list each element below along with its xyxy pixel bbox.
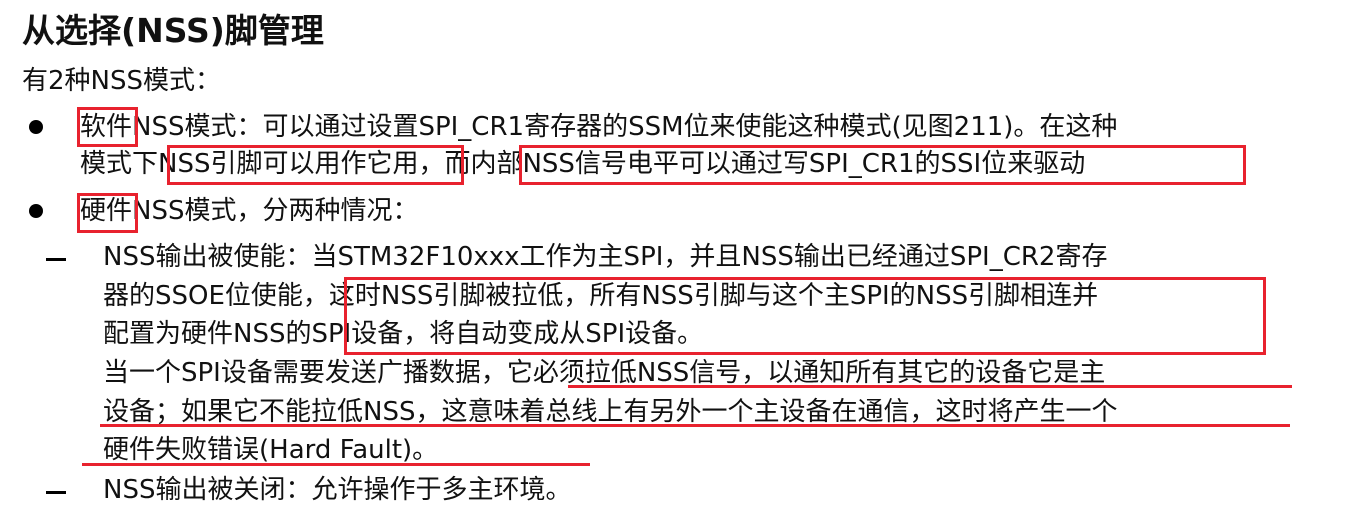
bullet-dot-icon bbox=[29, 204, 43, 218]
underline-1 bbox=[568, 385, 1292, 388]
sub1-line1: NSS输出被使能：当STM32F10xxx工作为主SPI，并且NSS输出已经通过… bbox=[103, 242, 1108, 272]
dash-icon bbox=[46, 258, 66, 261]
dash-icon bbox=[46, 491, 66, 494]
section-heading: 从选择(NSS)脚管理 bbox=[22, 11, 324, 50]
sub2-line1: NSS输出被关闭：允许操作于多主环境。 bbox=[103, 475, 572, 505]
highlight-box-internal-nss bbox=[519, 145, 1246, 185]
highlight-box-nss-pin bbox=[167, 145, 464, 185]
bullet-dot-icon bbox=[29, 120, 43, 134]
underline-2 bbox=[100, 424, 1290, 427]
highlight-box-nss-pulled-low bbox=[344, 277, 1266, 355]
sub1-line5: 设备；如果它不能拉低NSS，这意味着总线上有另外一个主设备在通信，这时将产生一个 bbox=[103, 397, 1118, 427]
highlight-box-hardware bbox=[77, 193, 138, 233]
underline-3 bbox=[82, 463, 590, 466]
sub1-line4: 当一个SPI设备需要发送广播数据，它必须拉低NSS信号，以通知所有其它的设备它是… bbox=[103, 358, 1106, 388]
highlight-box-software bbox=[77, 107, 138, 147]
intro-text: 有2种NSS模式： bbox=[22, 66, 221, 96]
bullet1-line1: 软件NSS模式：可以通过设置SPI_CR1寄存器的SSM位来使能这种模式(见图2… bbox=[80, 112, 1118, 142]
sub1-line6: 硬件失败错误(Hard Fault)。 bbox=[103, 435, 439, 465]
